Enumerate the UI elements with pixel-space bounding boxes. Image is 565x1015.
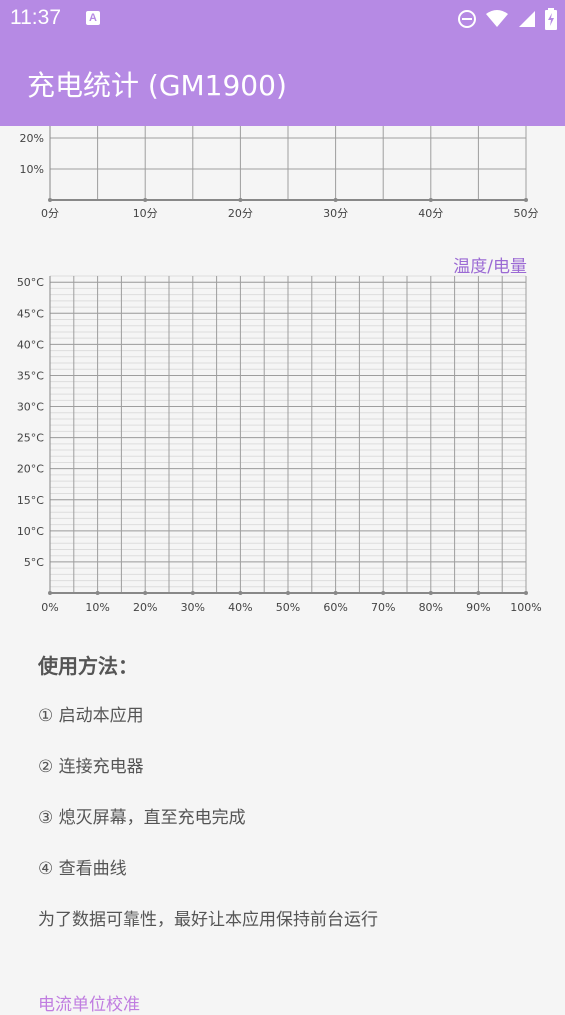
y-tick-label: 10%	[20, 163, 44, 176]
x-tick-dot	[95, 591, 100, 595]
y-tick-label: 15°C	[17, 494, 44, 507]
temperature-battery-chart: 50°C 45°C 40°C 35°C 30°C 25°C 20°C 15°C 10°C 5°C 0…	[17, 275, 542, 614]
x-tick-label: 10分	[133, 207, 158, 220]
charge-time-chart: 20% 10% 0分 10分 20分 30分 40分 50分	[20, 126, 539, 220]
app-bar: 充电统计 (GM1900)	[0, 38, 565, 126]
usage-step-3: ③ 熄灭屏幕，直至充电完成	[38, 808, 246, 828]
wifi-icon	[486, 10, 508, 27]
x-tick-dot	[48, 198, 52, 202]
cell-signal-icon	[519, 11, 535, 27]
status-bar: 11:37 A	[0, 0, 565, 38]
x-tick-label: 50分	[514, 207, 539, 220]
x-tick-dot	[286, 591, 290, 595]
x-tick-label: 30分	[323, 207, 348, 220]
x-tick-label: 60%	[323, 601, 347, 614]
x-tick-label: 30%	[181, 601, 205, 614]
usage-heading: 使用方法：	[38, 654, 138, 678]
do-not-disturb-icon	[458, 10, 476, 28]
x-tick-label: 0分	[41, 207, 59, 220]
y-tick-label: 5°C	[24, 556, 44, 569]
x-tick-dot	[524, 198, 528, 202]
usage-step-2: ② 连接充电器	[38, 757, 144, 777]
x-tick-label: 50%	[276, 601, 300, 614]
x-tick-dot	[333, 198, 338, 202]
x-tick-label: 0%	[41, 601, 58, 614]
y-tick-label: 30°C	[17, 401, 44, 414]
usage-section: 使用方法： ① 启动本应用 ② 连接充电器 ③ 熄灭屏幕，直至充电完成 ④ 查看…	[38, 650, 538, 960]
y-tick-label: 20°C	[17, 463, 44, 476]
clock: 11:37	[10, 6, 61, 29]
x-tick-label: 10%	[85, 601, 109, 614]
x-tick-dot	[524, 591, 528, 595]
x-tick-dot	[428, 591, 433, 595]
y-tick-label: 45°C	[17, 307, 44, 320]
x-tick-dot	[333, 591, 338, 595]
notification-badge: A	[86, 11, 100, 25]
y-tick-label: 10°C	[17, 525, 44, 538]
page-title: 充电统计 (GM1900)	[27, 69, 287, 102]
x-tick-label: 100%	[510, 601, 541, 614]
current-calibration-link[interactable]: 电流单位校准	[38, 990, 140, 1015]
x-tick-dot	[190, 591, 195, 595]
x-tick-label: 70%	[371, 601, 395, 614]
y-tick-label: 50°C	[17, 276, 44, 289]
y-tick-label: 35°C	[17, 369, 44, 382]
x-tick-label: 90%	[466, 601, 490, 614]
x-tick-dot	[143, 591, 148, 595]
usage-note: 为了数据可靠性，最好让本应用保持前台运行	[38, 910, 378, 930]
x-tick-dot	[428, 198, 433, 202]
x-tick-dot	[238, 591, 243, 595]
x-tick-label: 80%	[419, 601, 443, 614]
x-tick-label: 20%	[133, 601, 157, 614]
usage-step-4: ④ 查看曲线	[38, 859, 127, 879]
usage-step-1: ① 启动本应用	[38, 706, 144, 726]
x-tick-label: 40%	[228, 601, 252, 614]
x-tick-label: 40分	[418, 207, 443, 220]
x-tick-dot	[48, 591, 52, 595]
x-tick-dot	[476, 591, 481, 595]
y-tick-label: 40°C	[17, 338, 44, 351]
battery-icon	[545, 8, 557, 30]
y-tick-label: 25°C	[17, 432, 44, 445]
x-tick-dot	[381, 591, 386, 595]
status-icons	[457, 8, 557, 30]
x-tick-label: 20分	[228, 207, 253, 220]
x-tick-dot	[143, 198, 148, 202]
x-tick-dot	[238, 198, 243, 202]
y-tick-label: 20%	[20, 132, 44, 145]
